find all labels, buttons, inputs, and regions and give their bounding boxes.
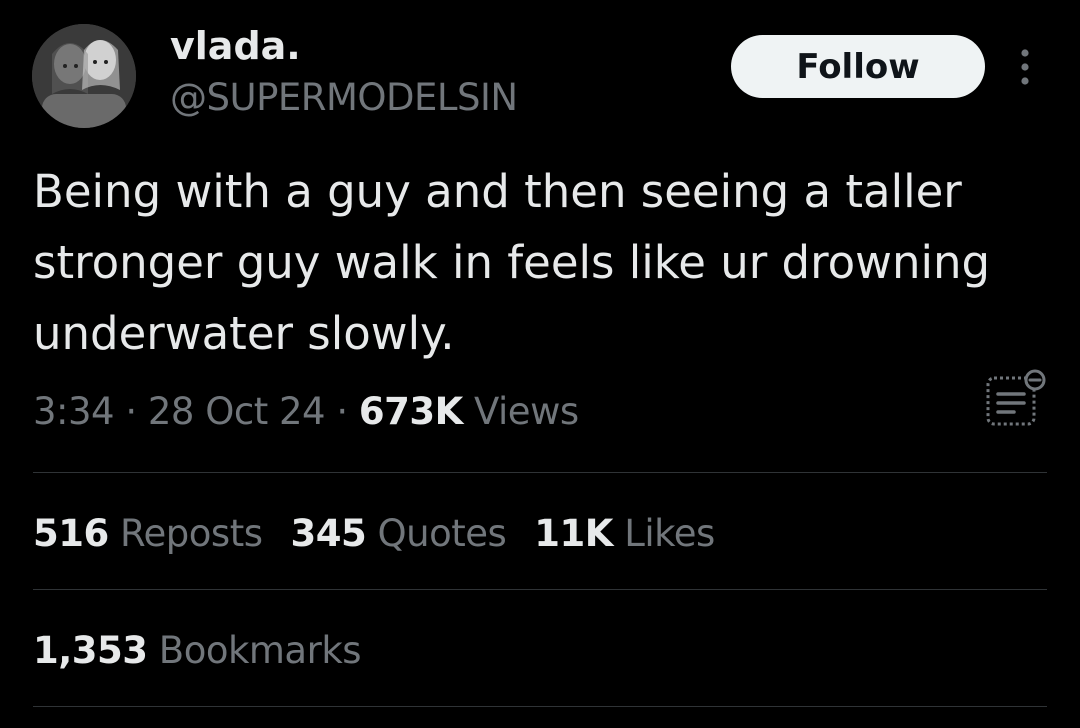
bookmarks-label: Bookmarks [147, 629, 362, 672]
quotes-count: 345 [290, 512, 367, 555]
avatar[interactable] [32, 24, 136, 128]
bookmarks-stat[interactable]: 1,353 Bookmarks [33, 625, 362, 677]
divider [33, 472, 1047, 473]
quotes-stat[interactable]: 345 Quotes [291, 508, 507, 560]
display-name[interactable]: vlada. [170, 24, 301, 68]
follow-button[interactable]: Follow [731, 35, 985, 98]
meta-separator: · [325, 390, 359, 433]
likes-label: Likes [612, 512, 715, 555]
views-label: Views [462, 390, 579, 433]
divider [33, 589, 1047, 590]
views-count: 673K [358, 390, 463, 433]
tweet-meta: 3:34 · 28 Oct 24 · 673K Views [33, 386, 579, 438]
more-options-button[interactable] [1010, 44, 1040, 90]
bookmarks-count: 1,353 [33, 629, 148, 672]
meta-separator: · [114, 390, 148, 433]
tweet-date[interactable]: 28 Oct 24 [148, 390, 326, 433]
more-vertical-icon [1021, 49, 1029, 85]
avatar-photo [32, 24, 136, 128]
tweet-time[interactable]: 3:34 [33, 390, 115, 433]
divider [33, 706, 1047, 707]
reposts-count: 516 [33, 512, 109, 555]
likes-stat[interactable]: 11K Likes [534, 508, 715, 560]
engagement-stats: 516 Reposts 345 Quotes 11K Likes [33, 508, 743, 560]
reposts-stat[interactable]: 516 Reposts [33, 508, 263, 560]
post-analytics-button[interactable] [984, 368, 1050, 430]
user-handle[interactable]: @SUPERMODELSIN [170, 76, 518, 120]
post-analytics-icon [986, 369, 1046, 426]
quotes-label: Quotes [366, 512, 507, 555]
tweet-text: Being with a guy and then seeing a talle… [33, 165, 991, 360]
reposts-label: Reposts [108, 512, 263, 555]
likes-count: 11K [534, 512, 613, 555]
